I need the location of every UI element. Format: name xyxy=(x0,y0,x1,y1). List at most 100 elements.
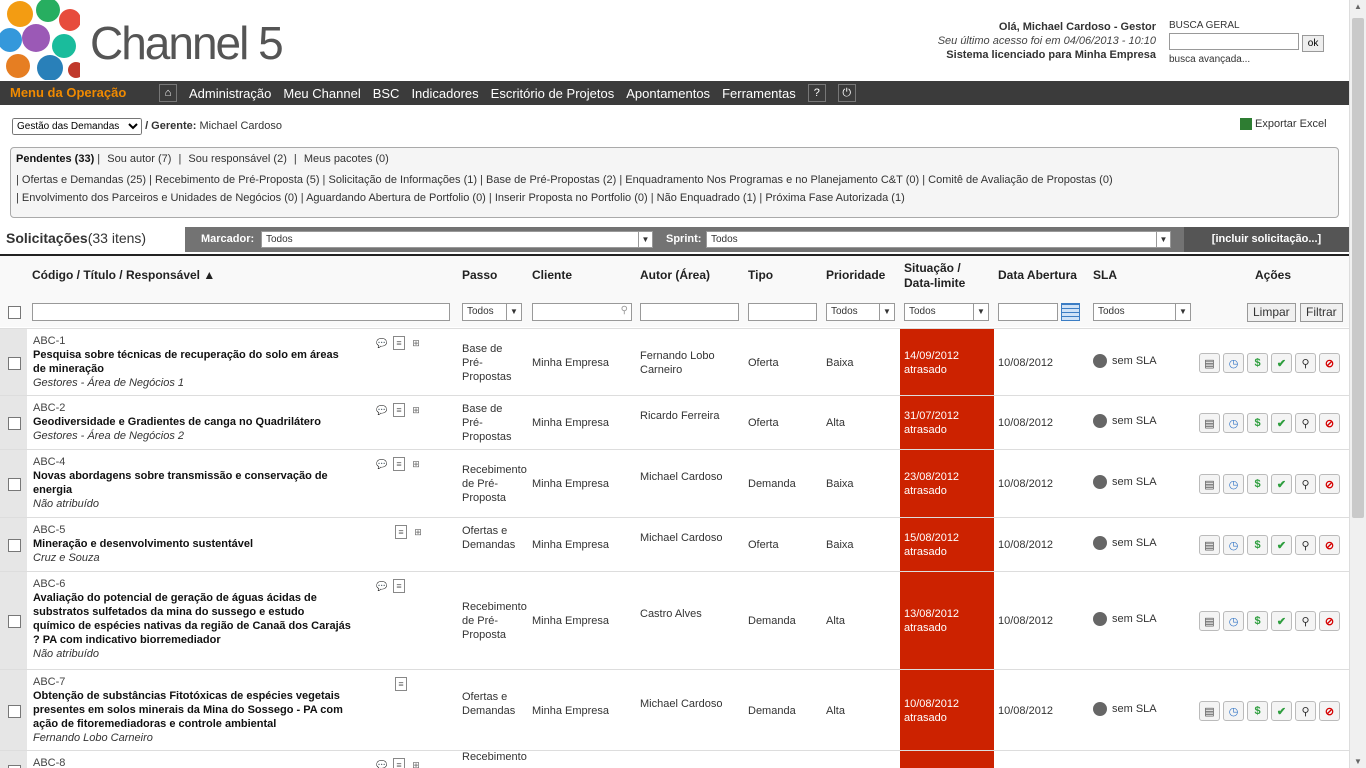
magnifier-icon[interactable]: ⚲ xyxy=(1295,535,1316,555)
help-button[interactable]: ? xyxy=(807,84,826,102)
comment-icon[interactable]: 💬 xyxy=(374,335,390,351)
hierarchy-icon[interactable]: ⊞ xyxy=(408,335,424,351)
table-row[interactable]: ABC-4 Novas abordagens sobre transmissão… xyxy=(0,449,1349,517)
clock-icon[interactable]: ◷ xyxy=(1223,353,1244,373)
clock-icon[interactable]: ◷ xyxy=(1223,701,1244,721)
export-excel-button[interactable]: Exportar Excel xyxy=(1240,118,1327,131)
tipo-filter-input[interactable] xyxy=(748,303,817,321)
document-icon[interactable]: ≡ xyxy=(393,579,405,593)
cancel-icon[interactable]: ⊘ xyxy=(1319,413,1340,433)
comment-icon[interactable]: 💬 xyxy=(374,402,390,418)
codigo-filter-input[interactable] xyxy=(32,303,450,321)
document-icon[interactable]: ≡ xyxy=(393,336,405,350)
request-title[interactable]: Avaliação do potencial de geração de águ… xyxy=(33,591,373,605)
request-title[interactable]: Pesquisa sobre técnicas de recuperação d… xyxy=(33,348,373,362)
cancel-icon[interactable]: ⊘ xyxy=(1319,353,1340,373)
step-filter[interactable]: Próxima Fase Autorizada (1) xyxy=(765,192,904,204)
magnifier-icon[interactable]: ⚲ xyxy=(1295,701,1316,721)
col-data-limite[interactable]: Data-limite xyxy=(904,276,965,290)
row-checkbox[interactable] xyxy=(8,478,21,491)
table-row[interactable]: ABC-6 Avaliação do potencial de geração … xyxy=(0,571,1349,669)
magnifier-icon[interactable]: ⚲ xyxy=(1295,474,1316,494)
menu-item-apontamentos[interactable]: Apontamentos xyxy=(626,86,710,101)
hierarchy-icon[interactable]: ⊞ xyxy=(410,524,426,540)
cancel-icon[interactable]: ⊘ xyxy=(1319,701,1340,721)
tab-sou-autor[interactable]: Sou autor (7) xyxy=(107,153,171,165)
row-checkbox[interactable] xyxy=(8,417,21,430)
row-checkbox[interactable] xyxy=(8,615,21,628)
document-icon[interactable]: ≡ xyxy=(393,758,405,768)
clear-button[interactable]: Limpar xyxy=(1247,303,1296,322)
table-row[interactable]: ABC-1 Pesquisa sobre técnicas de recuper… xyxy=(0,328,1349,395)
data-filter-input[interactable] xyxy=(998,303,1058,321)
magnifier-icon[interactable]: ⚲ xyxy=(1295,413,1316,433)
col-autor[interactable]: Autor (Área) xyxy=(640,268,710,282)
menu-item-indicadores[interactable]: Indicadores xyxy=(411,86,478,101)
clock-icon[interactable]: ◷ xyxy=(1223,413,1244,433)
approve-icon[interactable]: ✔ xyxy=(1271,474,1292,494)
row-checkbox[interactable] xyxy=(8,357,21,370)
row-checkbox[interactable] xyxy=(8,705,21,718)
row-checkbox[interactable] xyxy=(8,539,21,552)
marcador-select[interactable]: Todos ▼ xyxy=(261,231,653,248)
money-icon[interactable]: $ xyxy=(1247,535,1268,555)
comment-icon[interactable]: 💬 xyxy=(374,757,390,768)
request-title[interactable]: Obtenção de substâncias Fitotóxicas de e… xyxy=(33,689,373,703)
menu-item-administracao[interactable]: Administração xyxy=(189,86,271,101)
money-icon[interactable]: $ xyxy=(1247,611,1268,631)
request-info[interactable]: ABC-7 Obtenção de substâncias Fitotóxica… xyxy=(33,675,373,745)
operation-menu[interactable]: Menu da Operação xyxy=(10,85,126,100)
magnifier-icon[interactable]: ⚲ xyxy=(1295,353,1316,373)
step-filter[interactable]: Envolvimento dos Parceiros e Unidades de… xyxy=(22,192,298,204)
step-filter[interactable]: Comitê de Avaliação de Propostas (0) xyxy=(928,174,1112,186)
edit-icon[interactable]: ▤ xyxy=(1199,701,1220,721)
request-info[interactable]: ABC-1 Pesquisa sobre técnicas de recuper… xyxy=(33,334,373,390)
scroll-up-icon[interactable]: ▲ xyxy=(1353,2,1363,11)
money-icon[interactable]: $ xyxy=(1247,353,1268,373)
module-select[interactable]: Gestão das Demandas xyxy=(12,118,142,135)
edit-icon[interactable]: ▤ xyxy=(1199,413,1220,433)
cancel-icon[interactable]: ⊘ xyxy=(1319,535,1340,555)
cancel-icon[interactable]: ⊘ xyxy=(1319,611,1340,631)
clock-icon[interactable]: ◷ xyxy=(1223,535,1244,555)
hierarchy-icon[interactable]: ⊞ xyxy=(408,402,424,418)
request-title[interactable]: Mineração e desenvolvimento sustentável xyxy=(33,537,373,551)
table-row[interactable]: ABC-5 Mineração e desenvolvimento susten… xyxy=(0,517,1349,571)
menu-item-meu-channel[interactable]: Meu Channel xyxy=(283,86,360,101)
include-request-button[interactable]: [incluir solicitação...] xyxy=(1184,227,1349,252)
situacao-filter[interactable]: Todos ▼ xyxy=(904,303,989,321)
request-title[interactable]: Geodiversidade e Gradientes de canga no … xyxy=(33,415,373,429)
request-info[interactable]: ABC-8 xyxy=(33,756,373,768)
request-code[interactable]: ABC-1 xyxy=(33,334,373,348)
col-tipo[interactable]: Tipo xyxy=(748,268,773,282)
document-icon[interactable]: ≡ xyxy=(393,457,405,471)
edit-icon[interactable]: ▤ xyxy=(1199,353,1220,373)
step-filter[interactable]: Não Enquadrado (1) xyxy=(657,192,757,204)
request-code[interactable]: ABC-4 xyxy=(33,455,373,469)
scroll-thumb[interactable] xyxy=(1352,18,1364,518)
search-ok-button[interactable]: ok xyxy=(1301,35,1325,52)
passo-filter[interactable]: Todos ▼ xyxy=(462,303,522,321)
cancel-icon[interactable]: ⊘ xyxy=(1319,474,1340,494)
menu-item-escritorio[interactable]: Escritório de Projetos xyxy=(491,86,615,101)
sla-filter[interactable]: Todos ▼ xyxy=(1093,303,1191,321)
step-filter[interactable]: Inserir Proposta no Portfolio (0) xyxy=(495,192,648,204)
comment-icon[interactable]: 💬 xyxy=(374,456,390,472)
tab-pendentes[interactable]: Pendentes (33) xyxy=(16,153,94,165)
step-filter[interactable]: Aguardando Abertura de Portfolio (0) xyxy=(306,192,486,204)
scrollbar[interactable]: ▲ ▼ xyxy=(1349,0,1366,768)
col-data-abertura[interactable]: Data Abertura xyxy=(998,268,1077,282)
step-filter[interactable]: Enquadramento Nos Programas e no Planeja… xyxy=(625,174,919,186)
cliente-filter-input[interactable]: ⚲ xyxy=(532,303,632,321)
col-passo[interactable]: Passo xyxy=(462,268,497,282)
approve-icon[interactable]: ✔ xyxy=(1271,413,1292,433)
col-codigo[interactable]: Código / Título / Responsável ▲ xyxy=(32,268,215,282)
request-code[interactable]: ABC-7 xyxy=(33,675,373,689)
autor-filter-input[interactable] xyxy=(640,303,739,321)
approve-icon[interactable]: ✔ xyxy=(1271,611,1292,631)
magnifier-icon[interactable]: ⚲ xyxy=(1295,611,1316,631)
advanced-search-link[interactable]: busca avançada... xyxy=(1169,54,1324,65)
scroll-down-icon[interactable]: ▼ xyxy=(1353,757,1363,766)
request-code[interactable]: ABC-2 xyxy=(33,401,373,415)
step-filter[interactable]: Recebimento de Pré-Proposta (5) xyxy=(155,174,319,186)
